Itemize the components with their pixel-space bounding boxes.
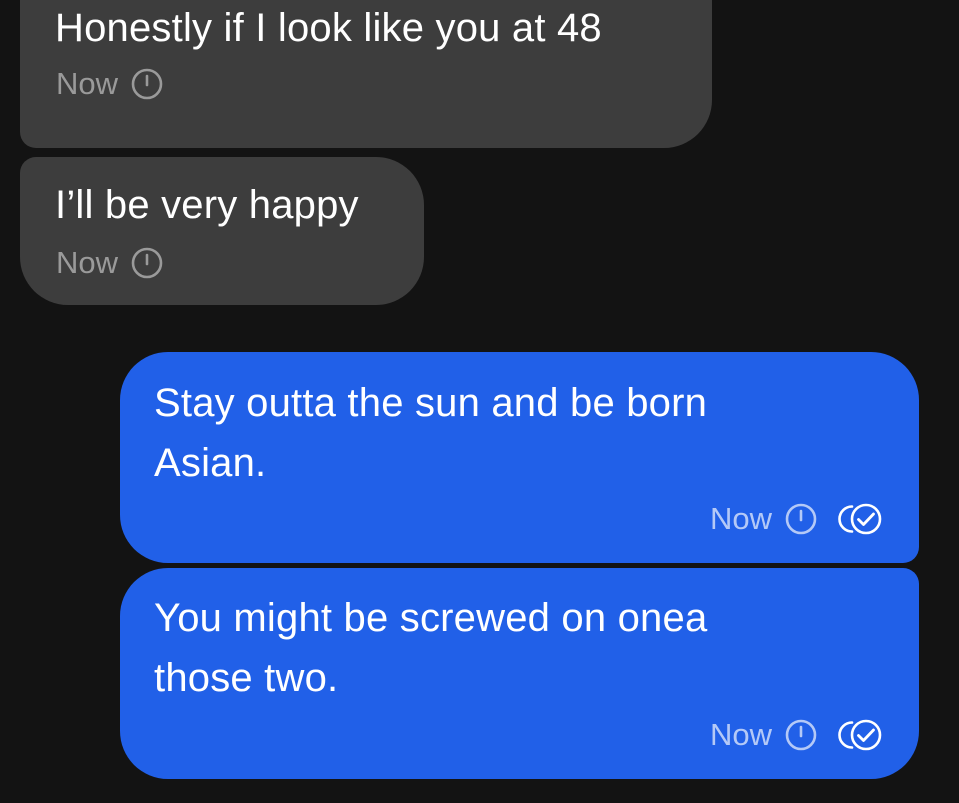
message-timestamp: Now [709,717,772,752]
message-timestamp: Now [56,245,119,280]
message-text: I’ll be very happy [55,183,359,227]
message-timestamp: Now [56,66,119,101]
clock-icon [130,67,164,101]
message-text: Honestly if I look like you at 48 [55,6,602,50]
clock-icon [130,246,164,280]
message-thread: Honestly if I look like you at 48 Now I’… [0,0,959,803]
message-meta: Now [710,499,886,539]
incoming-message-bubble[interactable]: Honestly if I look like you at 48 Now [20,0,712,148]
message-meta: Now [56,64,164,104]
read-receipt-icon [832,502,886,536]
message-text: Stay outta the sun and be born Asian. [154,381,708,485]
incoming-message-bubble[interactable]: I’ll be very happy Now [20,157,424,305]
read-receipt-icon [832,718,886,752]
message-timestamp: Now [709,501,772,536]
message-meta: Now [710,715,886,755]
outgoing-message-bubble[interactable]: You might be screwed on onea those two. … [120,568,919,779]
clock-icon [784,502,818,536]
clock-icon [784,718,818,752]
message-text: You might be screwed on onea those two. [154,596,708,700]
message-meta: Now [56,243,164,283]
outgoing-message-bubble[interactable]: Stay outta the sun and be born Asian. No… [120,352,919,563]
